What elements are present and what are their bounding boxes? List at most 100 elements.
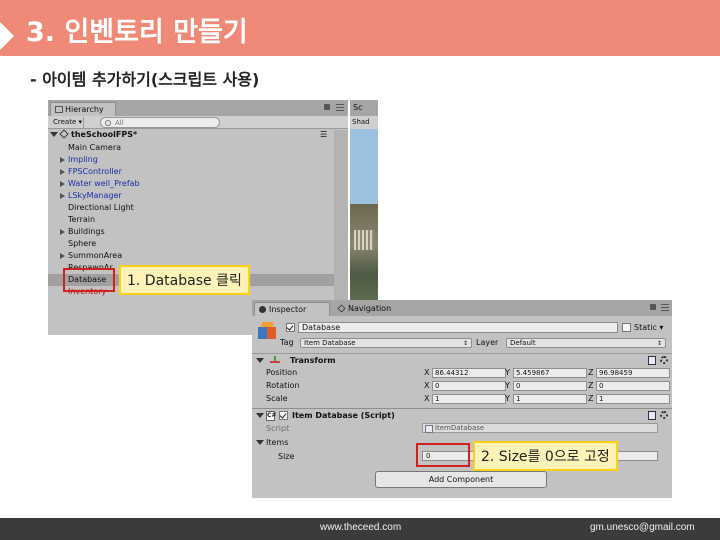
lock-icon[interactable] bbox=[324, 104, 330, 110]
tag-dropdown[interactable]: Item Database bbox=[300, 338, 472, 348]
hierarchy-item[interactable]: Terrain bbox=[48, 214, 348, 226]
script-object-field: itemDatabase bbox=[422, 423, 658, 433]
transform-y-field[interactable]: 1 bbox=[513, 394, 587, 404]
transform-row: Rotation X 0 Y 0 Z 0 bbox=[252, 380, 672, 392]
axis-y-label[interactable]: Y bbox=[505, 394, 510, 403]
axis-y-label[interactable]: Y bbox=[505, 381, 510, 390]
layer-dropdown[interactable]: Default bbox=[506, 338, 666, 348]
transform-z-field[interactable]: 1 bbox=[596, 394, 670, 404]
create-label: Create bbox=[53, 118, 77, 126]
tab-hierarchy[interactable]: Hierarchy bbox=[50, 102, 116, 116]
hierarchy-item[interactable]: SummonArea bbox=[48, 250, 348, 262]
create-dropdown[interactable]: Create ▾ bbox=[50, 117, 84, 128]
expand-arrow-icon[interactable] bbox=[60, 169, 65, 175]
hierarchy-item[interactable]: Impling bbox=[48, 154, 348, 166]
axis-x-label[interactable]: X bbox=[424, 394, 429, 403]
object-header: Database Static ▾ Tag Item Database Laye… bbox=[252, 316, 672, 354]
scene-menu-icon[interactable]: ☰ bbox=[320, 130, 327, 139]
tab-scene[interactable]: Sc bbox=[350, 100, 378, 116]
axis-x-label[interactable]: X bbox=[424, 381, 429, 390]
transform-x-field[interactable]: 0 bbox=[432, 381, 506, 391]
hierarchy-item[interactable]: FPSController bbox=[48, 166, 348, 178]
transform-row-label: Rotation bbox=[266, 381, 300, 390]
footer-bar: www.theceed.com gm.unesco@gmail.com bbox=[0, 518, 720, 540]
active-checkbox[interactable] bbox=[286, 323, 295, 332]
transform-axes-icon bbox=[270, 356, 280, 365]
hierarchy-item[interactable]: Main Camera bbox=[48, 142, 348, 154]
scene-root-row[interactable]: theSchoolFPS* ☰ bbox=[48, 129, 348, 142]
layer-label: Layer bbox=[476, 338, 499, 347]
axis-z-label[interactable]: Z bbox=[588, 368, 593, 377]
inspector-lock-icon[interactable] bbox=[650, 304, 656, 310]
banner-arrow-shape bbox=[0, 22, 14, 50]
shading-mode-dropdown[interactable]: Shad bbox=[350, 116, 378, 129]
axis-x-label[interactable]: X bbox=[424, 368, 429, 377]
help-doc-icon-2[interactable] bbox=[648, 411, 656, 420]
hierarchy-item-label: Directional Light bbox=[68, 203, 134, 212]
static-label-text: Static bbox=[634, 323, 657, 332]
inspector-menu-icon[interactable] bbox=[661, 304, 669, 311]
hierarchy-item-label: FPSController bbox=[68, 167, 122, 176]
slide-title: 3. 인벤토리 만들기 bbox=[26, 17, 248, 48]
hierarchy-item[interactable]: Buildings bbox=[48, 226, 348, 238]
tab-navigation-label: Navigation bbox=[348, 304, 392, 313]
expand-triangle-icon[interactable] bbox=[50, 132, 58, 137]
csharp-script-icon: C# bbox=[266, 411, 277, 421]
tab-inspector[interactable]: Inspector bbox=[254, 302, 330, 316]
transform-x-field[interactable]: 1 bbox=[432, 394, 506, 404]
gear-icon[interactable] bbox=[660, 356, 668, 364]
footer-email: gm.unesco@gmail.com bbox=[590, 522, 695, 533]
hierarchy-item-label: Main Camera bbox=[68, 143, 122, 152]
transform-x-field[interactable]: 86.44312 bbox=[432, 368, 506, 378]
items-expand-icon[interactable] bbox=[256, 440, 264, 445]
script-enabled-checkbox[interactable] bbox=[279, 411, 288, 420]
expand-arrow-icon[interactable] bbox=[60, 193, 65, 199]
transform-z-field[interactable]: 96.98459 bbox=[596, 368, 670, 378]
search-placeholder: All bbox=[115, 119, 124, 127]
items-label: Items bbox=[266, 438, 289, 447]
tab-navigation[interactable]: Navigation bbox=[334, 302, 414, 316]
transform-y-field[interactable]: 5.459867 bbox=[513, 368, 587, 378]
gear-icon-2[interactable] bbox=[660, 411, 668, 419]
database-highlight-box bbox=[63, 268, 115, 292]
static-checkbox[interactable] bbox=[622, 323, 631, 332]
tab-hierarchy-label: Hierarchy bbox=[65, 105, 104, 114]
transform-z-field[interactable]: 0 bbox=[596, 381, 670, 391]
transform-header[interactable]: Transform bbox=[252, 355, 672, 367]
tab-inspector-label: Inspector bbox=[269, 305, 307, 314]
expand-arrow-icon[interactable] bbox=[60, 157, 65, 163]
inspector-tab-bar: Inspector Navigation bbox=[252, 300, 672, 316]
component-divider bbox=[252, 408, 672, 409]
slide: 3. 인벤토리 만들기 - 아이템 추가하기(스크립트 사용) Hierarch… bbox=[0, 0, 720, 540]
axis-y-label[interactable]: Y bbox=[505, 368, 510, 377]
hierarchy-search-input[interactable]: All bbox=[100, 117, 220, 128]
expand-arrow-icon[interactable] bbox=[60, 229, 65, 235]
hierarchy-item[interactable]: LSkyManager bbox=[48, 190, 348, 202]
hierarchy-item-label: Impling bbox=[68, 155, 98, 164]
transform-y-field[interactable]: 0 bbox=[513, 381, 587, 391]
size-label: Size bbox=[278, 452, 295, 461]
panel-menu-icon[interactable] bbox=[336, 104, 344, 111]
hierarchy-item-label: SummonArea bbox=[68, 251, 123, 260]
transform-row-label: Position bbox=[266, 368, 298, 377]
title-banner: 3. 인벤토리 만들기 bbox=[0, 0, 720, 56]
transform-title: Transform bbox=[290, 356, 336, 365]
collapse-triangle-icon[interactable] bbox=[256, 358, 264, 363]
collapse-triangle-icon-2[interactable] bbox=[256, 413, 264, 418]
script-component-header[interactable]: C# Item Database (Script) bbox=[252, 410, 672, 422]
hierarchy-icon bbox=[55, 106, 63, 113]
expand-arrow-icon[interactable] bbox=[60, 181, 65, 187]
gameobject-cube-icon bbox=[258, 322, 276, 340]
add-component-button[interactable]: Add Component bbox=[375, 471, 547, 488]
hierarchy-item[interactable]: Water well_Prefab bbox=[48, 178, 348, 190]
axis-z-label[interactable]: Z bbox=[588, 381, 593, 390]
object-name-field[interactable]: Database bbox=[298, 322, 618, 333]
hierarchy-item[interactable]: Directional Light bbox=[48, 202, 348, 214]
axis-z-label[interactable]: Z bbox=[588, 394, 593, 403]
hierarchy-item[interactable]: Sphere bbox=[48, 238, 348, 250]
expand-arrow-icon[interactable] bbox=[60, 253, 65, 259]
hierarchy-item-label: Terrain bbox=[68, 215, 96, 224]
help-doc-icon[interactable] bbox=[648, 356, 656, 365]
hierarchy-item-label: Water well_Prefab bbox=[68, 179, 140, 188]
hierarchy-item-label: Buildings bbox=[68, 227, 105, 236]
